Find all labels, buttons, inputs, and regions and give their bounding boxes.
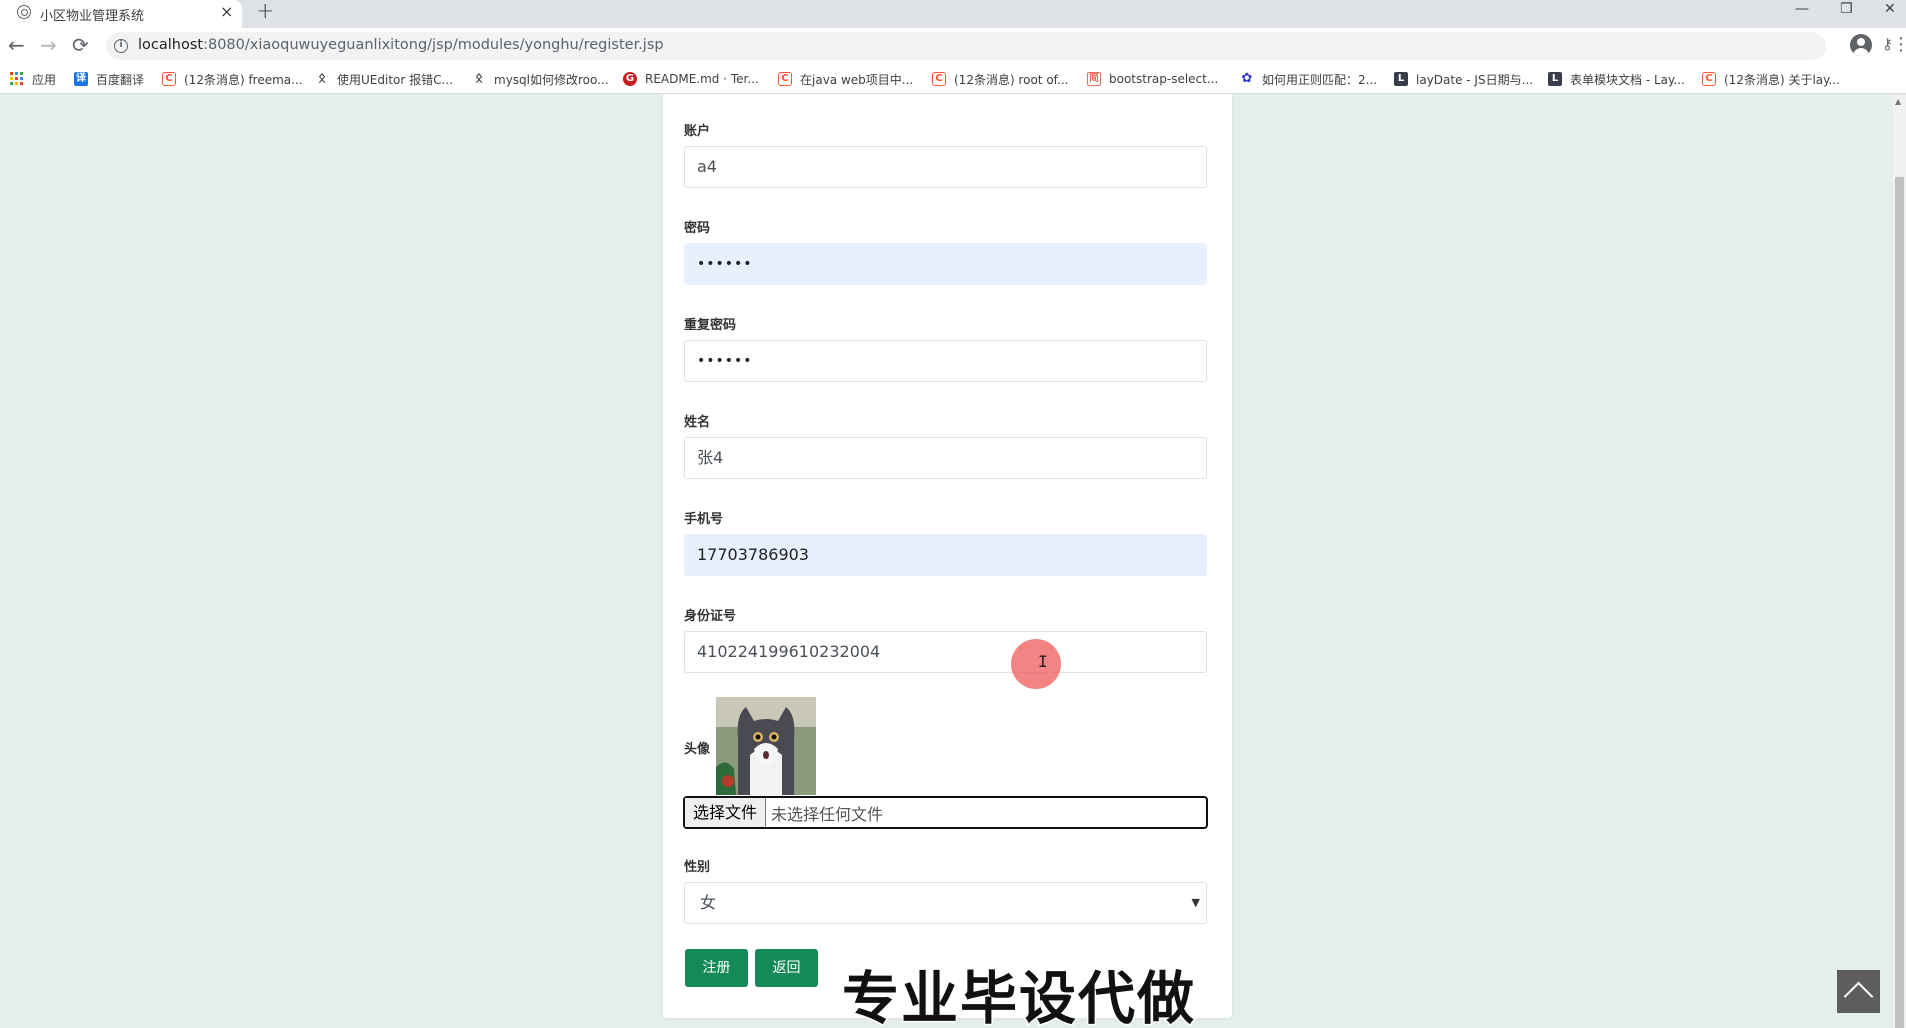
id-card-input[interactable]: 410224199610232004: [684, 631, 1207, 673]
fish-icon: ᛟ: [475, 71, 483, 86]
bookmark-label: 在java web项目中...: [800, 72, 914, 87]
site-info-icon[interactable]: i: [114, 39, 128, 53]
csdn-icon: C: [932, 72, 946, 86]
phone-label: 手机号: [684, 512, 724, 527]
id-card-label: 身份证号: [684, 609, 737, 624]
url-text: localhost:8080/xiaoquwuyeguanlixitong/js…: [138, 37, 664, 53]
gender-label: 性别: [684, 860, 711, 875]
bookmark-label: 百度翻译: [96, 72, 145, 87]
avatar-file-input[interactable]: 选择文件 未选择任何文件: [683, 796, 1208, 829]
url-host: localhost: [138, 37, 204, 53]
chevron-up-icon: [1843, 981, 1874, 1012]
bookmark-label: mysql如何修改roo...: [494, 72, 609, 87]
bookmark-csdn-freemarker[interactable]: C (12条消息) freema...: [162, 70, 303, 88]
bookmarks-bar: 应用 译 百度翻译 C (12条消息) freema... ᛟ 使用UEdito…: [0, 64, 1906, 94]
password-label: 密码: [684, 221, 711, 236]
bookmark-label: layDate - JS日期与...: [1416, 72, 1534, 87]
browser-tab[interactable]: 小区物业管理系统 ×: [0, 0, 242, 28]
bookmark-label: README.md · Ter...: [645, 72, 759, 86]
baidu-paw-icon: ✿: [1241, 71, 1253, 86]
text-cursor-icon: I: [1038, 652, 1048, 671]
site-favicon-icon: [17, 5, 31, 19]
forward-icon[interactable]: →: [40, 33, 57, 57]
cat-photo-icon: [716, 697, 816, 795]
bookmark-mysql[interactable]: ᛟ mysql如何修改roo...: [472, 70, 609, 88]
layui-icon: L: [1548, 72, 1562, 86]
bookmark-laydate[interactable]: L layDate - JS日期与...: [1394, 70, 1533, 88]
browser-menu-icon[interactable]: ⋮: [1892, 36, 1906, 54]
bookmark-label: bootstrap-select...: [1109, 72, 1219, 86]
choose-file-button[interactable]: 选择文件: [685, 798, 767, 827]
layui-icon: L: [1394, 72, 1408, 86]
bookmark-label: 应用: [32, 72, 57, 87]
tab-close-icon[interactable]: ×: [220, 2, 233, 21]
gitee-icon: G: [623, 72, 637, 86]
csdn-icon: C: [162, 72, 176, 86]
restore-icon[interactable]: ❐: [1840, 1, 1853, 17]
tab-strip: 小区物业管理系统 × + — ❐ ✕: [0, 0, 1906, 28]
bookmark-ueditor[interactable]: ᛟ 使用UEditor 报错C...: [315, 70, 453, 88]
jianshu-icon: 简: [1087, 72, 1101, 86]
minimize-icon[interactable]: —: [1795, 1, 1809, 17]
bookmark-label: 表单模块文档 - Lay...: [1570, 72, 1685, 87]
cursor-highlight: [1011, 639, 1061, 689]
bookmark-csdn-layui[interactable]: C (12条消息) 关于lay...: [1702, 70, 1840, 88]
bookmark-bootstrap-select[interactable]: 简 bootstrap-select...: [1087, 70, 1218, 88]
back-button[interactable]: 返回: [755, 949, 818, 987]
avatar-label: 头像: [684, 742, 711, 757]
password-repeat-input[interactable]: ••••••: [684, 340, 1207, 382]
bookmark-label: (12条消息) freema...: [184, 72, 303, 87]
profile-avatar-icon[interactable]: [1850, 34, 1872, 56]
account-label: 账户: [684, 124, 711, 139]
register-button[interactable]: 注册: [685, 949, 748, 987]
scroll-up-arrow-icon[interactable]: ▲: [1895, 97, 1901, 106]
window-close-icon[interactable]: ✕: [1884, 1, 1896, 17]
gender-selected-value: 女: [700, 893, 717, 912]
csdn-icon: C: [778, 72, 792, 86]
chevron-down-icon: ▼: [1191, 896, 1200, 909]
back-icon[interactable]: ←: [8, 33, 25, 57]
page-scrollbar[interactable]: ▲: [1893, 95, 1906, 1028]
bookmark-regex[interactable]: ✿ 如何用正则匹配：2...: [1240, 70, 1378, 88]
avatar-preview-image: [716, 697, 816, 795]
gender-select[interactable]: 女 ▼: [684, 882, 1207, 924]
account-input[interactable]: a4: [684, 146, 1207, 188]
bookmark-label: (12条消息) root of...: [954, 72, 1069, 87]
tab-title: 小区物业管理系统: [40, 9, 145, 24]
reload-icon[interactable]: ⟳: [72, 33, 89, 57]
bookmark-layui-form[interactable]: L 表单模块文档 - Lay...: [1548, 70, 1685, 88]
csdn-icon: C: [1702, 72, 1716, 86]
fish-icon: ᛟ: [318, 71, 326, 86]
url-path: :8080/xiaoquwuyeguanlixitong/jsp/modules…: [203, 37, 664, 53]
address-bar[interactable]: i localhost:8080/xiaoquwuyeguanlixitong/…: [106, 32, 1893, 60]
bookmark-label: (12条消息) 关于lay...: [1724, 72, 1840, 87]
bookmark-label: 使用UEditor 报错C...: [337, 72, 453, 87]
password-input[interactable]: ••••••: [684, 243, 1207, 285]
phone-input[interactable]: 17703786903: [684, 534, 1207, 576]
file-status-text: 未选择任何文件: [771, 804, 884, 824]
name-label: 姓名: [684, 415, 711, 430]
name-input[interactable]: 张4: [684, 437, 1207, 479]
bookmark-java-web[interactable]: C 在java web项目中...: [778, 70, 913, 88]
apps-grid-icon: [10, 72, 24, 86]
new-tab-icon[interactable]: +: [256, 0, 274, 24]
password-repeat-label: 重复密码: [684, 318, 737, 333]
watermark-text: 专业毕设代做: [841, 965, 1196, 1028]
back-to-top-button[interactable]: [1837, 970, 1880, 1013]
scrollbar-thumb[interactable]: [1895, 177, 1904, 1028]
browser-toolbar: ← → ⟳ i localhost:8080/xiaoquwuyeguanlix…: [0, 28, 1906, 64]
bookmark-baidu-translate[interactable]: 译 百度翻译: [74, 70, 144, 88]
bookmark-apps[interactable]: 应用: [10, 70, 56, 88]
bookmark-label: 如何用正则匹配：2...: [1262, 72, 1378, 87]
bookmark-readme[interactable]: G README.md · Ter...: [623, 70, 759, 88]
baidu-translate-icon: 译: [74, 72, 88, 86]
bookmark-csdn-root[interactable]: C (12条消息) root of...: [932, 70, 1068, 88]
